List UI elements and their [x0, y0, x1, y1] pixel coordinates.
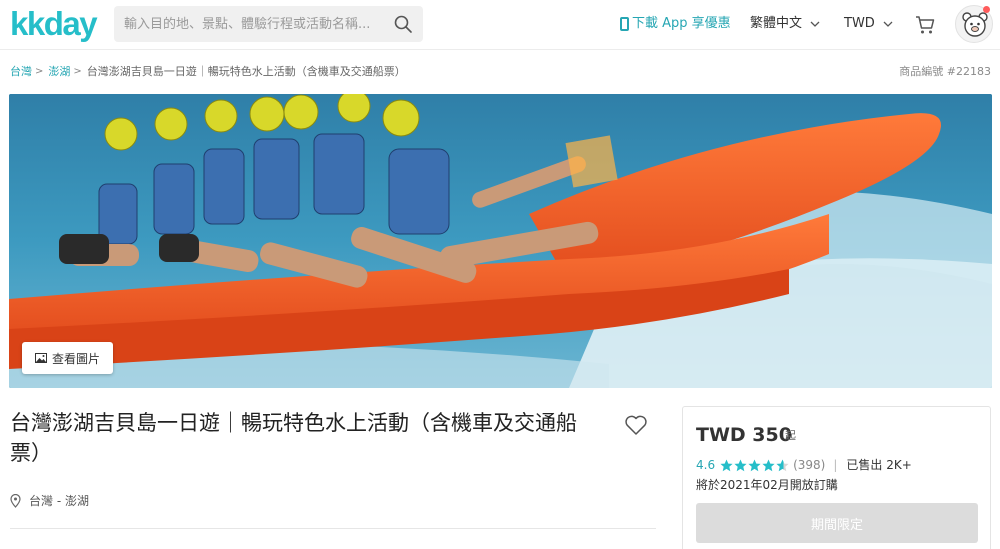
product-title: 台灣澎湖吉貝島一日遊｜暢玩特色水上活動（含機車及交通船票）: [10, 411, 577, 465]
star-icon: [720, 459, 733, 471]
phone-icon: [620, 17, 629, 31]
review-count[interactable]: (398): [793, 457, 825, 473]
breadcrumb-current: 台灣澎湖吉貝島一日遊｜暢玩特色水上活動（含機車及交通船票）: [86, 65, 406, 78]
top-header: kkday 下載 App 享優惠 繁體中文 TWD: [0, 0, 1000, 50]
search-bar: [114, 6, 423, 42]
kkday-logo[interactable]: kkday: [10, 6, 98, 42]
currency-selector[interactable]: TWD: [844, 15, 893, 33]
product-location: 台灣 - 澎湖: [10, 493, 89, 509]
download-app-label: 下載 App 享優惠: [632, 16, 731, 31]
notification-dot: [983, 6, 990, 13]
breadcrumb-separator: >: [73, 66, 82, 77]
location-pin-icon: [10, 494, 21, 508]
breadcrumb-item-penghu[interactable]: 澎湖: [48, 64, 70, 80]
language-label: 繁體中文: [750, 16, 803, 31]
view-photos-button[interactable]: 查看圖片: [22, 342, 113, 374]
rating-row: 4.6 (398) | 已售出 2K+: [696, 457, 912, 473]
rating-value: 4.6: [696, 458, 716, 472]
breadcrumb: 台灣 > 澎湖 > 台灣澎湖吉貝島一日遊｜暢玩特色水上活動（含機車及交通船票）: [10, 64, 406, 80]
star-icon: [762, 459, 775, 471]
currency-label: TWD: [844, 16, 875, 31]
star-icon: [734, 459, 747, 471]
chevron-down-icon: [883, 21, 893, 27]
star-icon: [748, 459, 761, 471]
open-date-notice: 將於2021年02月開放訂購: [696, 478, 838, 492]
heart-icon[interactable]: [624, 414, 648, 436]
language-selector[interactable]: 繁體中文: [750, 15, 820, 33]
price: TWD 350: [696, 424, 792, 446]
price-card: TWD 350 起 4.6 (398) | 已售出 2K+ 將於2021年02月…: [682, 406, 991, 549]
rating-stars: [720, 459, 789, 472]
hero-image[interactable]: [9, 94, 992, 388]
breadcrumb-separator: >: [35, 66, 44, 77]
banana-boat-photo: [9, 94, 992, 388]
separator: |: [833, 458, 838, 472]
section-divider: [10, 528, 656, 529]
price-suffix: 起: [785, 429, 796, 442]
location-label: 台灣 - 澎湖: [29, 494, 89, 508]
view-photos-label: 查看圖片: [51, 351, 100, 366]
half-star-icon: [776, 459, 789, 471]
cart-icon[interactable]: [914, 14, 936, 36]
search-icon[interactable]: [393, 14, 413, 34]
sold-count: 已售出 2K+: [846, 458, 912, 472]
image-icon: [34, 353, 47, 363]
product-code: 商品編號 #22183: [899, 65, 991, 78]
breadcrumb-item-taiwan[interactable]: 台灣: [10, 64, 32, 80]
search-input[interactable]: [114, 6, 384, 42]
limited-time-button[interactable]: 期間限定: [696, 503, 978, 543]
chevron-down-icon: [810, 21, 820, 27]
download-app-link[interactable]: 下載 App 享優惠: [620, 15, 731, 33]
